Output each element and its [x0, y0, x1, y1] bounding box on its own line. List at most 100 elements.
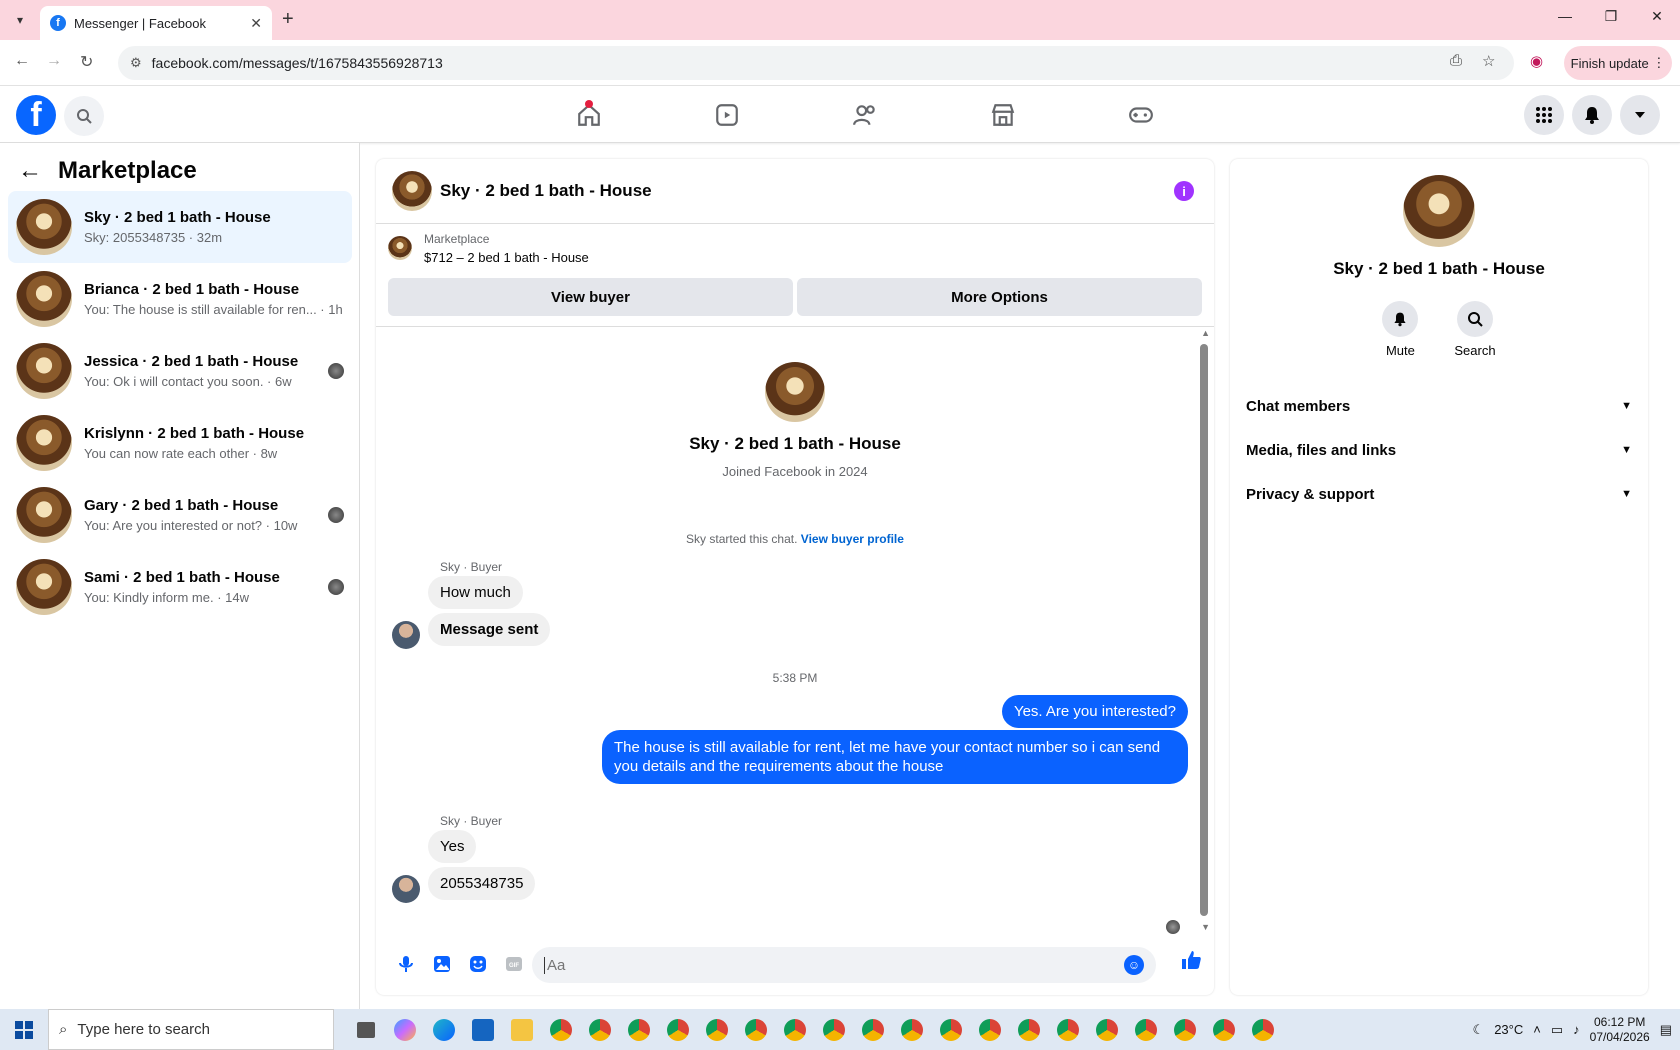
chrome-icon[interactable] [970, 1009, 1009, 1050]
profile-avatar[interactable] [1403, 175, 1475, 247]
section-chat-members[interactable]: Chat members ▼ [1230, 384, 1648, 428]
search-conversation-button[interactable]: Search [1454, 301, 1496, 358]
close-tab-icon[interactable]: ✕ [250, 15, 262, 32]
my-message-bubble[interactable]: Yes. Are you interested? [1001, 695, 1188, 728]
chrome-icon[interactable] [541, 1009, 580, 1050]
more-options-button[interactable]: More Options [797, 278, 1202, 316]
chrome-icon[interactable] [892, 1009, 931, 1050]
chrome-icon[interactable] [775, 1009, 814, 1050]
chrome-icon[interactable] [814, 1009, 853, 1050]
section-media-files-links[interactable]: Media, files and links ▼ [1230, 428, 1648, 472]
system-tray: ☾ 23°C ˄ ▭ ♪ 06:12 PM 07/04/2026 ▤ [1473, 1009, 1680, 1050]
browser-tab[interactable]: f Messenger | Facebook ✕ [40, 6, 272, 40]
network-icon[interactable]: ▭ [1551, 1022, 1563, 1038]
taskbar-search-box[interactable]: ⌕ Type here to search [48, 1009, 334, 1050]
chrome-icon[interactable] [1048, 1009, 1087, 1050]
message-input[interactable] [544, 956, 1124, 974]
profile-icon[interactable]: ◉ [1530, 52, 1543, 70]
conversation-item[interactable]: Krislynn · 2 bed 1 bath - House You can n… [8, 407, 352, 479]
tab-search-chevron-icon[interactable]: ▾ [8, 8, 32, 32]
show-hidden-icons-chevron-icon[interactable]: ˄ [1533, 1022, 1541, 1037]
site-info-icon[interactable]: ⚙ [130, 55, 142, 71]
conversation-preview: You: The house is still available for re… [84, 302, 343, 317]
gif-icon[interactable]: GIF [496, 946, 532, 982]
view-buyer-profile-link[interactable]: View buyer profile [801, 532, 904, 546]
sticker-icon[interactable] [460, 946, 496, 982]
mail-icon[interactable] [463, 1009, 502, 1050]
chrome-icon[interactable] [658, 1009, 697, 1050]
listing-title[interactable]: $712 – 2 bed 1 bath - House [424, 250, 589, 265]
marketplace-nav-icon[interactable] [934, 86, 1072, 143]
message-bubble[interactable]: Message sent [428, 613, 551, 646]
volume-icon[interactable]: ♪ [1573, 1022, 1580, 1037]
gaming-nav-icon[interactable] [1072, 86, 1210, 143]
video-nav-icon[interactable] [658, 86, 796, 143]
chrome-icon[interactable] [619, 1009, 658, 1050]
chrome-icon[interactable] [697, 1009, 736, 1050]
notification-center-icon[interactable]: ▤ [1660, 1022, 1672, 1038]
chrome-icon[interactable] [580, 1009, 619, 1050]
chat-title[interactable]: Sky · 2 bed 1 bath - House [440, 181, 652, 201]
task-view-icon[interactable] [346, 1009, 385, 1050]
message-bubble[interactable]: 2055348735 [428, 867, 536, 900]
restore-icon[interactable]: ❐ [1588, 8, 1634, 25]
chrome-icon[interactable] [1243, 1009, 1282, 1050]
section-privacy-support[interactable]: Privacy & support ▼ [1230, 472, 1648, 516]
chrome-icon[interactable] [931, 1009, 970, 1050]
chrome-icon[interactable] [853, 1009, 892, 1050]
facebook-logo-icon[interactable]: f [16, 95, 56, 135]
account-chevron-icon[interactable] [1620, 95, 1660, 135]
forward-icon[interactable]: → [46, 52, 62, 70]
clock[interactable]: 06:12 PM 07/04/2026 [1590, 1015, 1650, 1045]
info-icon[interactable]: i [1174, 181, 1194, 201]
back-icon[interactable]: ← [14, 52, 30, 70]
url-field[interactable]: ⚙ facebook.com/messages/t/16758435569287… [118, 46, 1514, 80]
conversation-item[interactable]: Gary · 2 bed 1 bath - House You: Are you … [8, 479, 352, 551]
minimize-icon[interactable]: — [1542, 8, 1588, 25]
menu-grid-icon[interactable] [1524, 95, 1564, 135]
microphone-icon[interactable] [388, 946, 424, 982]
finish-update-button[interactable]: Finish update ⋮ [1564, 46, 1672, 80]
file-explorer-icon[interactable] [502, 1009, 541, 1050]
install-app-icon[interactable]: ⎙ [1450, 52, 1462, 69]
home-nav-icon[interactable] [520, 86, 658, 143]
conversation-item[interactable]: Sky · 2 bed 1 bath - House Sky: 205534873… [8, 191, 352, 263]
buyer-avatar[interactable] [392, 621, 420, 649]
temperature[interactable]: 23°C [1494, 1022, 1523, 1037]
photo-icon[interactable] [424, 946, 460, 982]
search-icon[interactable] [64, 96, 104, 136]
mute-button[interactable]: Mute [1382, 301, 1419, 358]
new-tab-icon[interactable]: + [282, 8, 294, 31]
address-bar-row: ← → ↻ ⚙ facebook.com/messages/t/16758435… [0, 40, 1680, 86]
chrome-icon[interactable] [1204, 1009, 1243, 1050]
close-window-icon[interactable]: ✕ [1634, 8, 1680, 25]
bookmark-star-icon[interactable]: ☆ [1482, 52, 1495, 70]
scroll-up-icon[interactable]: ▲ [1201, 328, 1210, 338]
chrome-icon[interactable] [1009, 1009, 1048, 1050]
chrome-icon[interactable] [1087, 1009, 1126, 1050]
chrome-icon[interactable] [736, 1009, 775, 1050]
message-bubble[interactable]: Yes [428, 830, 477, 863]
weather-moon-icon[interactable]: ☾ [1473, 1022, 1485, 1038]
buyer-avatar[interactable] [392, 875, 420, 903]
view-buyer-button[interactable]: View buyer [388, 278, 793, 316]
copilot-icon[interactable] [385, 1009, 424, 1050]
chrome-icon[interactable] [1126, 1009, 1165, 1050]
windows-start-icon[interactable] [0, 1009, 48, 1050]
back-arrow-icon[interactable]: ← [18, 157, 42, 185]
conversation-item[interactable]: Sami · 2 bed 1 bath - House You: Kindly i… [8, 551, 352, 623]
reload-icon[interactable]: ↻ [80, 52, 93, 72]
chat-avatar[interactable] [392, 171, 432, 211]
thumbs-up-icon[interactable] [1180, 949, 1202, 977]
edge-icon[interactable] [424, 1009, 463, 1050]
notifications-bell-icon[interactable] [1572, 95, 1612, 135]
chrome-icon[interactable] [1165, 1009, 1204, 1050]
message-bubble[interactable]: How much [428, 576, 523, 609]
emoji-icon[interactable]: ☺ [1124, 955, 1144, 975]
conversation-item[interactable]: Brianca · 2 bed 1 bath - House You: The h… [8, 263, 352, 335]
conversation-item[interactable]: Jessica · 2 bed 1 bath - House You: Ok i … [8, 335, 352, 407]
scroll-down-icon[interactable]: ▼ [1201, 922, 1210, 932]
my-message-bubble[interactable]: The house is still available for rent, l… [602, 730, 1188, 784]
clock-date: 07/04/2026 [1589, 1029, 1650, 1044]
friends-nav-icon[interactable] [796, 86, 934, 143]
